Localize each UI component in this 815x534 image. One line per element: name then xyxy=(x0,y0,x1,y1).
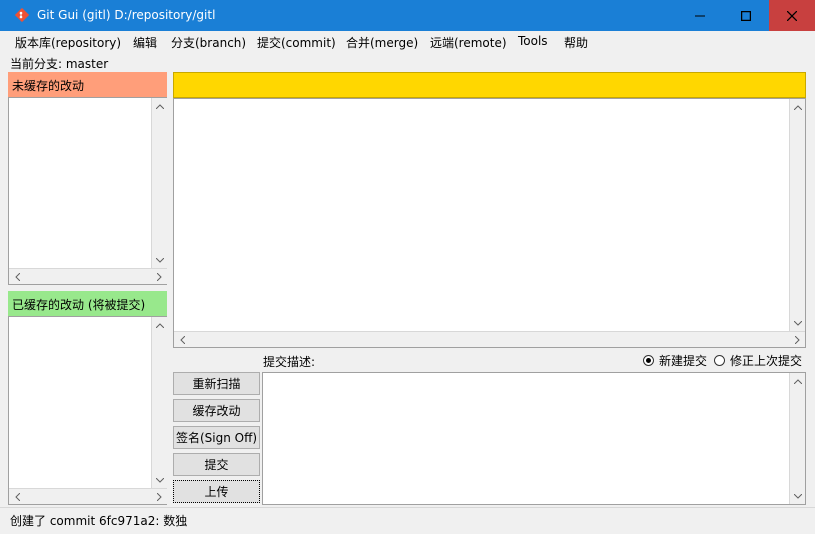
scroll-up-icon[interactable] xyxy=(790,373,806,389)
radio-unchecked-icon xyxy=(714,355,725,366)
close-icon xyxy=(787,10,797,21)
scroll-right-icon[interactable] xyxy=(151,269,167,285)
scroll-down-icon[interactable] xyxy=(790,315,806,331)
scroll-up-icon[interactable] xyxy=(790,99,806,115)
diff-vscrollbar[interactable] xyxy=(789,99,805,331)
minimize-button[interactable] xyxy=(677,0,723,31)
title-bar: Git Gui (gitl) D:/repository/gitl xyxy=(0,0,815,31)
stage-changes-button[interactable]: 缓存改动 xyxy=(173,399,260,422)
staged-hscrollbar[interactable] xyxy=(9,488,167,504)
maximize-icon xyxy=(741,10,751,21)
staged-header: 已缓存的改动 (将被提交) xyxy=(8,291,167,316)
staged-file-list[interactable] xyxy=(8,316,167,505)
menu-remote[interactable]: 远端(remote) xyxy=(430,34,507,51)
new-commit-label: 新建提交 xyxy=(659,354,708,368)
unstaged-file-list[interactable] xyxy=(8,97,167,285)
amend-commit-label: 修正上次提交 xyxy=(730,354,803,368)
menu-help[interactable]: 帮助 xyxy=(564,34,588,51)
diff-view[interactable] xyxy=(173,98,806,348)
menu-bar: 版本库(repository) 编辑 分支(branch) 提交(commit)… xyxy=(0,31,815,51)
commit-message-label: 提交描述: xyxy=(263,355,316,369)
commit-button[interactable]: 提交 xyxy=(173,453,260,476)
scroll-up-icon[interactable] xyxy=(152,98,168,114)
status-text: 创建了 commit 6fc971a2: 数独 xyxy=(10,514,188,528)
scroll-down-icon[interactable] xyxy=(152,472,168,488)
unstaged-header: 未缓存的改动 xyxy=(8,72,167,97)
close-button[interactable] xyxy=(769,0,815,31)
unstaged-vscrollbar[interactable] xyxy=(151,98,167,268)
push-button[interactable]: 上传 xyxy=(173,480,260,503)
git-logo-icon xyxy=(15,8,29,22)
diff-hscrollbar[interactable] xyxy=(174,331,805,347)
scroll-up-icon[interactable] xyxy=(152,317,168,333)
commit-vscrollbar[interactable] xyxy=(789,373,805,504)
unstaged-hscrollbar[interactable] xyxy=(9,268,167,284)
minimize-icon xyxy=(695,15,705,16)
staged-vscrollbar[interactable] xyxy=(151,317,167,488)
scroll-left-icon[interactable] xyxy=(9,489,25,505)
menu-edit[interactable]: 编辑 xyxy=(133,34,157,51)
scroll-left-icon[interactable] xyxy=(9,269,25,285)
current-branch-label: 当前分支: master xyxy=(10,57,109,71)
menu-merge[interactable]: 合并(merge) xyxy=(346,34,418,51)
new-commit-radio[interactable]: 新建提交 xyxy=(643,352,707,369)
status-bar: 创建了 commit 6fc971a2: 数独 xyxy=(0,507,815,534)
amend-commit-radio[interactable]: 修正上次提交 xyxy=(714,352,802,369)
sign-off-button[interactable]: 签名(Sign Off) xyxy=(173,426,260,449)
window-title: Git Gui (gitl) D:/repository/gitl xyxy=(37,8,216,22)
diff-header xyxy=(173,72,806,98)
scroll-down-icon[interactable] xyxy=(152,252,168,268)
maximize-button[interactable] xyxy=(723,0,769,31)
scroll-left-icon[interactable] xyxy=(174,332,190,348)
scroll-right-icon[interactable] xyxy=(151,489,167,505)
menu-commit[interactable]: 提交(commit) xyxy=(257,34,336,51)
menu-repository[interactable]: 版本库(repository) xyxy=(15,34,121,51)
menu-branch[interactable]: 分支(branch) xyxy=(171,34,246,51)
radio-checked-icon xyxy=(643,355,654,366)
scroll-down-icon[interactable] xyxy=(790,488,806,504)
commit-message-input[interactable] xyxy=(262,372,806,505)
scroll-right-icon[interactable] xyxy=(789,332,805,348)
rescan-button[interactable]: 重新扫描 xyxy=(173,372,260,395)
menu-tools[interactable]: Tools xyxy=(518,34,548,48)
